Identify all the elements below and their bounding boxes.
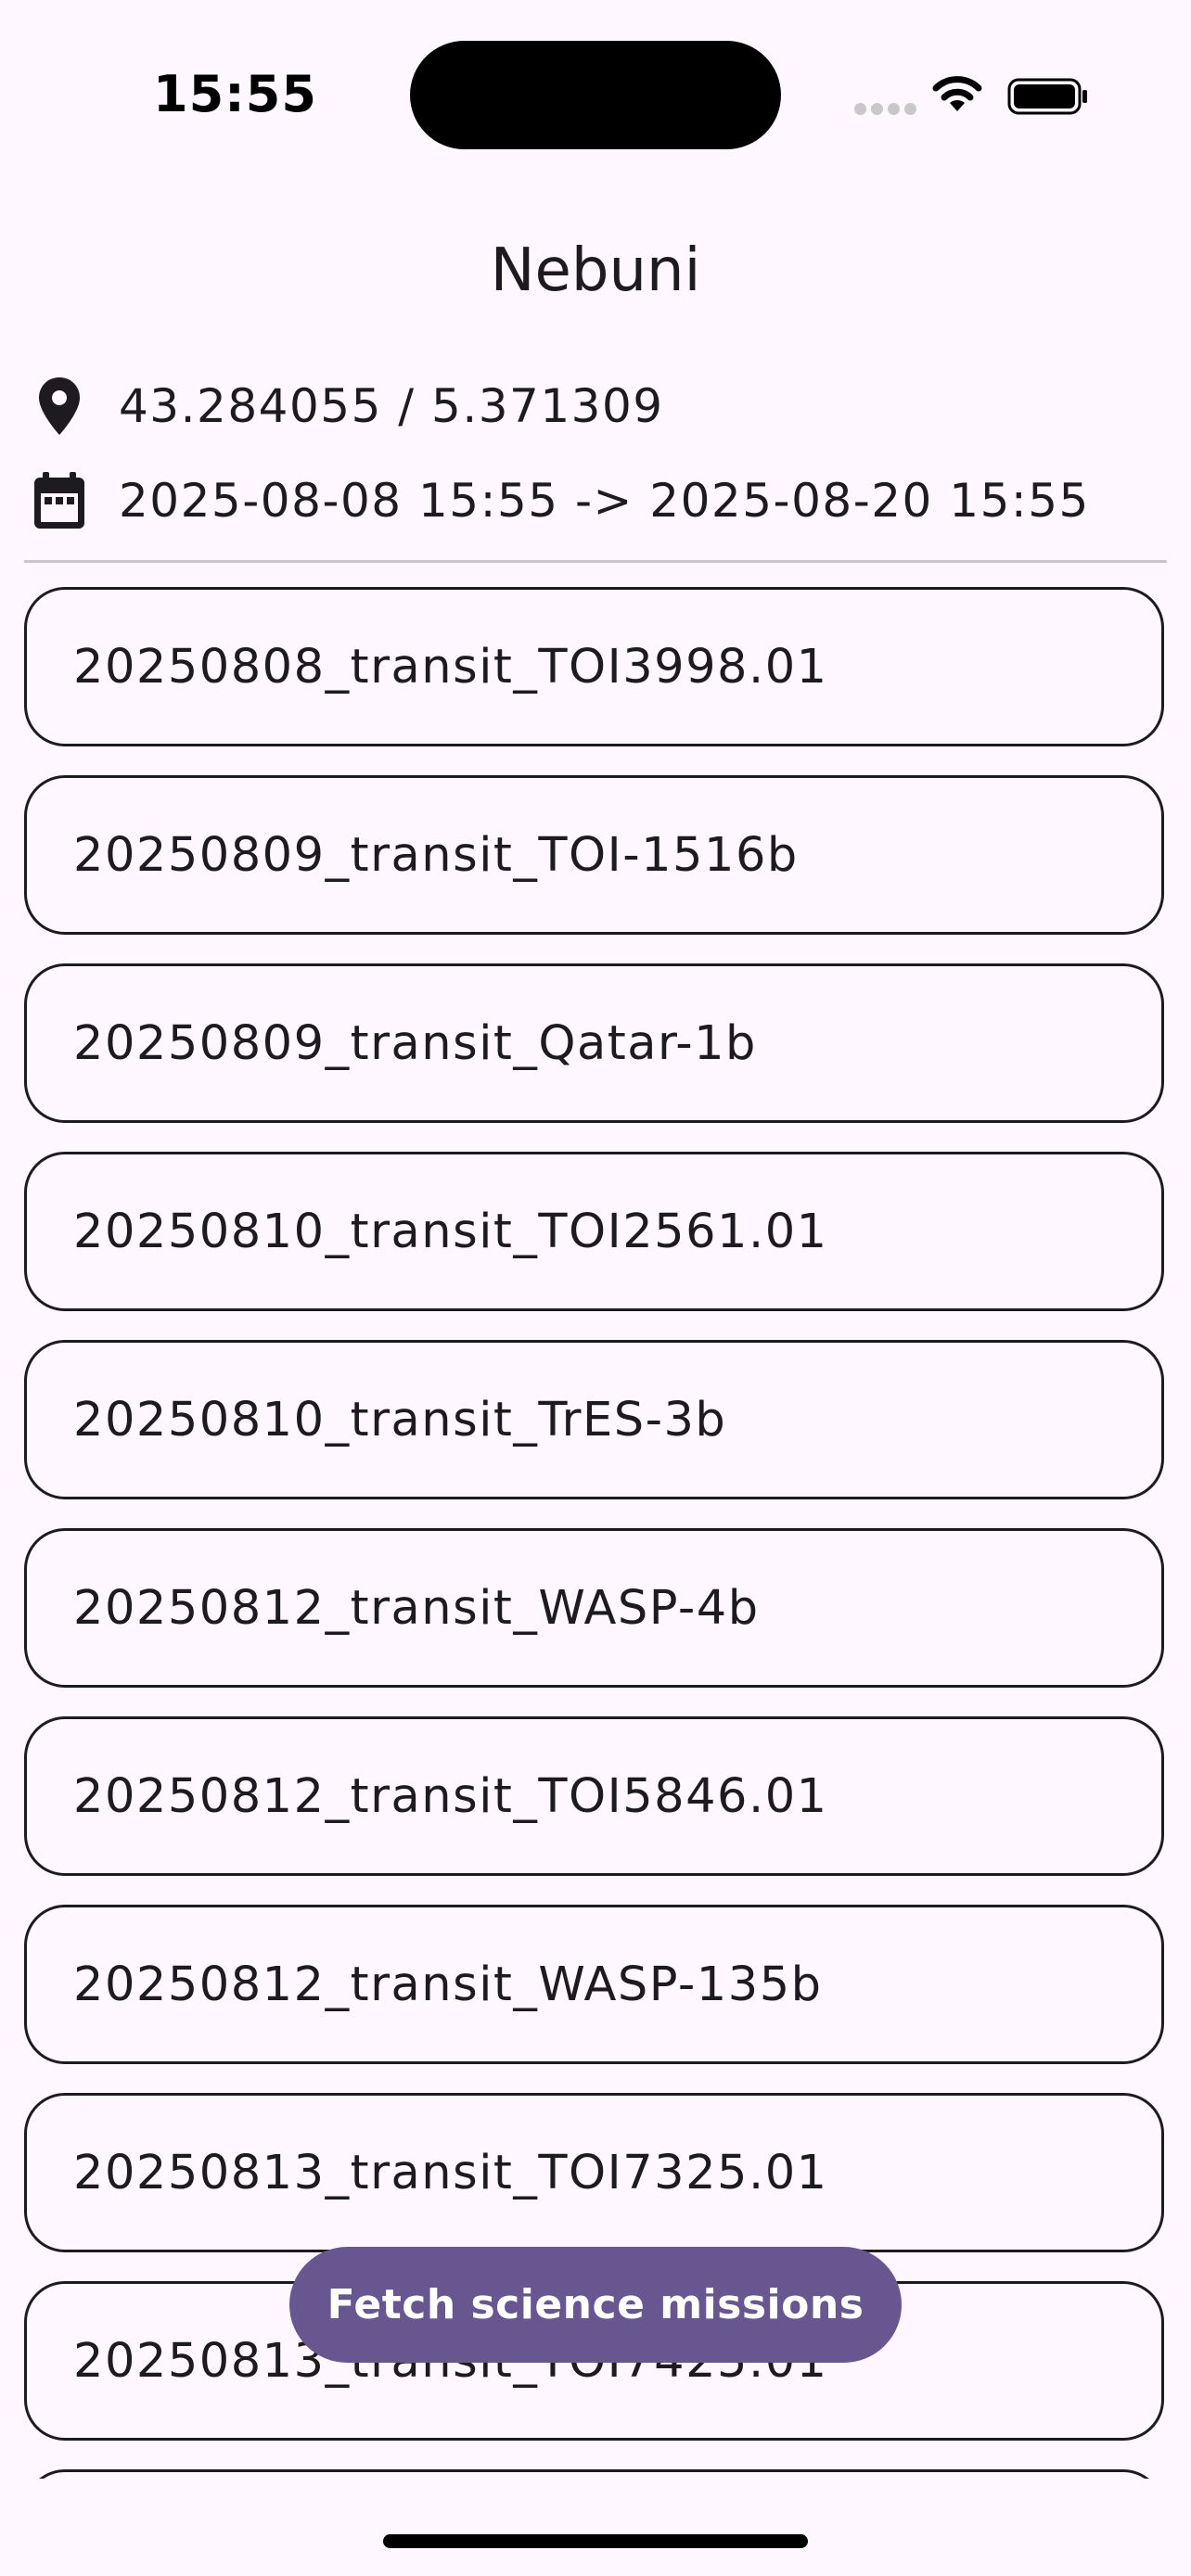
mission-item[interactable]: 20250812_transit_WASP-135b: [24, 1905, 1164, 2064]
mission-label: 20250810_transit_TOI2561.01: [73, 1204, 828, 1259]
mission-label: 20250813_transit_TOI7325.01: [73, 2145, 828, 2200]
mission-label: 20250812_transit_WASP-4b: [73, 1580, 760, 1636]
mission-label: 20250812_transit_WASP-135b: [73, 1957, 823, 2012]
mission-item[interactable]: 20250809_transit_TOI-1516b: [24, 775, 1164, 935]
mission-label: 20250808_transit_TOI3998.01: [73, 639, 828, 695]
mobile-screen: 15:55 Nebuni 43.284055 / 5.371309 2025-0…: [0, 0, 1191, 2576]
mission-label: 20250809_transit_TOI-1516b: [73, 827, 799, 883]
wifi-icon: [932, 76, 982, 111]
mission-item[interactable]: 20250809_transit_Qatar-1b: [24, 963, 1164, 1123]
location-row: 43.284055 / 5.371309: [28, 369, 664, 443]
mission-item[interactable]: 20250810_transit_TrES-3b: [24, 1340, 1164, 1499]
dynamic-island: [410, 41, 781, 149]
cellular-signal-icon: [854, 103, 917, 116]
mission-item[interactable]: 20250808_transit_TOI3998.01: [24, 587, 1164, 746]
mission-label: 20250810_transit_TrES-3b: [73, 1392, 727, 1447]
missions-list[interactable]: 20250808_transit_TOI3998.01 20250809_tra…: [24, 587, 1168, 2479]
mission-item[interactable]: 20250812_transit_WASP-4b: [24, 1528, 1164, 1688]
location-coordinates: 43.284055 / 5.371309: [119, 379, 664, 433]
mission-label: 20250812_transit_TOI5846.01: [73, 1768, 828, 1824]
mission-item[interactable]: [24, 2469, 1164, 2479]
status-time: 15:55: [153, 65, 317, 123]
mission-item[interactable]: 20250813_transit_TOI7325.01: [24, 2093, 1164, 2252]
date-range-row: 2025-08-08 15:55 -> 2025-08-20 15:55: [28, 464, 1090, 538]
date-range-text: 2025-08-08 15:55 -> 2025-08-20 15:55: [119, 474, 1090, 528]
status-bar: 15:55: [0, 0, 1191, 185]
divider: [24, 560, 1167, 563]
mission-item[interactable]: 20250810_transit_TOI2561.01: [24, 1152, 1164, 1311]
mission-item[interactable]: 20250812_transit_TOI5846.01: [24, 1716, 1164, 1876]
location-pin-icon: [28, 374, 91, 439]
calendar-icon: [28, 468, 91, 533]
mission-label: 20250809_transit_Qatar-1b: [73, 1015, 757, 1071]
page-title: Nebuni: [490, 236, 701, 305]
home-indicator[interactable]: [383, 2534, 808, 2548]
battery-icon: [1007, 78, 1087, 115]
fetch-science-missions-button[interactable]: Fetch science missions: [289, 2247, 902, 2363]
